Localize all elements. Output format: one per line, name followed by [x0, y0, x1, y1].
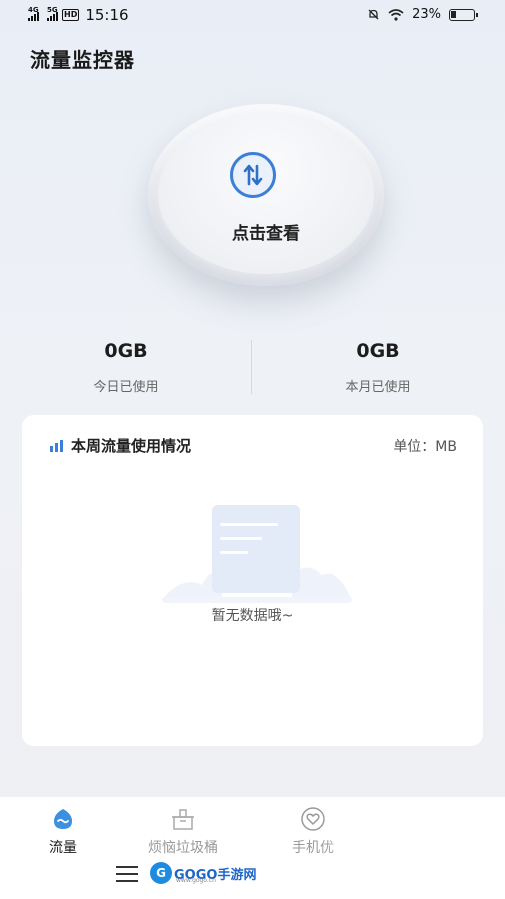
nav-tab-flow[interactable]: 流量	[8, 807, 118, 857]
nav-tab-trash[interactable]: 烦恼垃圾桶	[128, 807, 238, 857]
wave-drop-icon	[54, 809, 72, 829]
stats-divider	[251, 340, 252, 394]
check-usage-label[interactable]: 点击查看	[200, 219, 332, 244]
cell-signal-5g-icon: 5G	[47, 6, 58, 21]
nav-tab-trash-label: 烦恼垃圾桶	[148, 840, 218, 856]
status-time: 15:16	[85, 6, 129, 24]
mute-bell-icon	[368, 9, 379, 20]
watermark-logo: G GOGO手游网 www.gogo.cn	[150, 862, 256, 884]
bar-chart-icon	[50, 439, 63, 452]
today-usage-label: 今日已使用	[93, 380, 159, 395]
weekly-usage-title: 本周流量使用情况	[50, 435, 191, 456]
nav-tab-flow-label: 流量	[49, 840, 77, 856]
weekly-usage-title-text: 本周流量使用情况	[71, 437, 192, 455]
trash-bin-icon	[172, 809, 194, 830]
wifi-icon	[388, 8, 404, 21]
today-usage: 0GB 今日已使用	[46, 340, 206, 395]
month-usage-label: 本月已使用	[345, 380, 411, 395]
watermark-subtext: www.gogo.cn	[176, 877, 216, 884]
watermark-badge-icon: G	[150, 862, 172, 884]
status-bar: 4G 5G HD 15:16 23%	[0, 0, 505, 32]
fade-overlay	[320, 797, 505, 867]
menu-icon[interactable]	[116, 866, 138, 882]
battery-percent: 23%	[412, 7, 441, 22]
cell-signal-4g-icon: 4G	[28, 6, 39, 21]
check-usage-button-face[interactable]	[158, 114, 374, 274]
empty-document-illustration	[162, 505, 352, 603]
page-title: 流量监控器	[30, 48, 135, 72]
up-down-arrows-icon	[230, 152, 276, 198]
hd-voice-icon: HD	[62, 9, 80, 21]
battery-icon	[449, 8, 478, 21]
empty-state-text: 暂无数据哦~	[211, 608, 294, 624]
month-usage-value: 0GB	[356, 340, 400, 362]
today-usage-value: 0GB	[104, 340, 148, 362]
month-usage: 0GB 本月已使用	[298, 340, 458, 395]
unit-label: 单位：MB	[393, 439, 457, 455]
weekly-usage-card: 本周流量使用情况 单位：MB 暂无数据哦~	[22, 415, 483, 746]
